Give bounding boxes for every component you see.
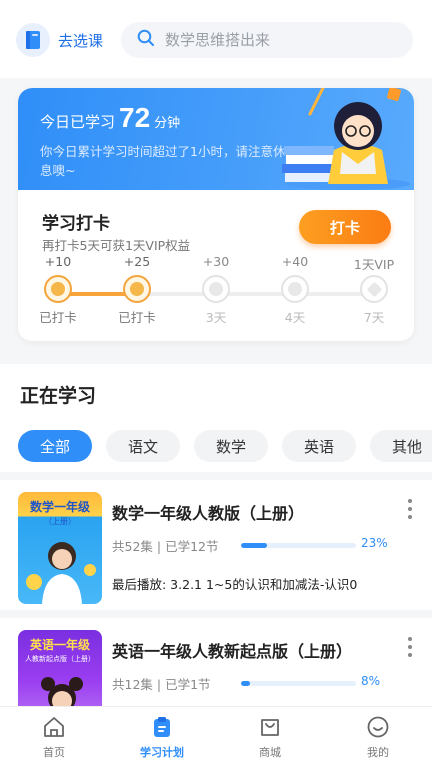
nav-study-plan[interactable]: 学习计划 [108,707,216,768]
tab-english[interactable]: 英语 [282,430,356,462]
checkin-step-3: +30 3天 [186,254,246,326]
girl-reading-illustration [282,88,410,190]
study-time-banner: 今日已学习 72 分钟 你今日累计学习时间超过了1小时，请注意休息噢~ [18,88,414,190]
course-progress-percent: 8% [361,674,381,688]
home-icon [44,717,64,737]
rest-tip: 你今日累计学习时间超过了1小时，请注意休息噢~ [40,144,286,178]
step-reward: 1天VIP [353,257,395,272]
step-reward: +30 [202,254,230,269]
course-progress-fill [241,543,268,548]
checkin-step-5: 1天VIP 7天 [344,254,404,326]
step-reward: +40 [281,254,309,269]
checkin-step-4: +40 4天 [265,254,325,326]
checkin-title: 学习打卡 [42,214,110,234]
step-status: 4天 [284,310,306,325]
course-progress-bar [241,543,356,548]
tab-all[interactable]: 全部 [18,430,92,462]
nav-shop[interactable]: 商城 [216,707,324,768]
top-bar: 去选课 [0,0,432,78]
grey-coin-icon [281,275,309,303]
thumbnail-title: 英语一年级 [29,638,90,652]
divider [0,610,432,618]
step-status: 3天 [205,310,227,325]
course-title: 英语一年级人教新起点版（上册） [112,642,353,661]
checkin-step-1: +10 已打卡 [28,254,88,326]
bottom-nav: 首页 学习计划 商城 我的 [0,706,432,768]
grey-coin-icon [202,275,230,303]
search-bar[interactable] [121,22,413,58]
course-meta: 共52集 | 已学12节 [112,539,219,554]
nav-label: 商城 [259,746,281,759]
thumbnail-title: 数学一年级 [29,500,90,514]
clipboard-icon [154,717,170,737]
thumbnail-subtitle: （上册） [44,517,76,526]
course-title: 数学一年级人教版（上册） [112,504,305,523]
gold-coin-icon [44,275,72,303]
teacher-photo [26,542,96,604]
nav-label: 首页 [43,746,65,759]
section-title: 正在学习 [20,385,97,407]
search-icon [137,29,155,51]
thumbnail-subtitle: 人教新起点版（上册） [25,655,95,663]
nav-home[interactable]: 首页 [0,707,108,768]
checkin-step-2: +25 已打卡 [107,254,167,326]
nav-profile[interactable]: 我的 [324,707,432,768]
subject-tabs: 全部 语文 数学 英语 其他 [18,430,432,462]
course-thumbnail: 数学一年级 （上册） [18,492,102,604]
tab-other[interactable]: 其他 [370,430,432,462]
book-icon [16,23,50,57]
minutes-value: 72 [119,102,151,133]
more-vertical-icon[interactable] [404,636,416,658]
more-vertical-icon[interactable] [404,498,416,520]
course-progress-bar [241,681,356,686]
checkin-subtitle: 再打卡5天可获1天VIP权益 [42,238,191,253]
tab-chinese[interactable]: 语文 [106,430,180,462]
today-studied-label: 今日已学习 [40,113,116,131]
nav-label: 学习计划 [140,746,184,759]
course-meta: 共12集 | 已学1节 [112,677,211,692]
smile-icon [367,716,389,738]
shopping-bag-icon [261,719,279,736]
select-course-button[interactable]: 去选课 [16,22,103,58]
diamond-icon [360,275,388,303]
study-card: 今日已学习 72 分钟 你今日累计学习时间超过了1小时，请注意休息噢~ 学习打卡… [18,88,414,341]
minutes-unit: 分钟 [154,116,181,131]
gold-coin-icon [123,275,151,303]
step-reward: +10 [44,254,72,269]
divider [0,472,432,480]
course-progress-percent: 23% [361,536,388,550]
step-status: 已打卡 [39,310,77,325]
course-item[interactable]: 数学一年级 （上册） 数学一年级人教版（上册） 共52集 | 已学12节 23%… [0,480,432,610]
step-status: 7天 [363,310,385,325]
checkin-button[interactable]: 打卡 [299,210,391,244]
step-status: 已打卡 [118,310,156,325]
step-reward: +25 [123,254,151,269]
course-progress-fill [241,681,251,686]
last-played: 最后播放: 3.2.1 1~5的认识和加减法-认识0 [112,577,358,592]
select-course-label: 去选课 [58,31,104,50]
nav-label: 我的 [367,746,389,759]
search-input[interactable] [165,31,405,49]
tab-math[interactable]: 数学 [194,430,268,462]
